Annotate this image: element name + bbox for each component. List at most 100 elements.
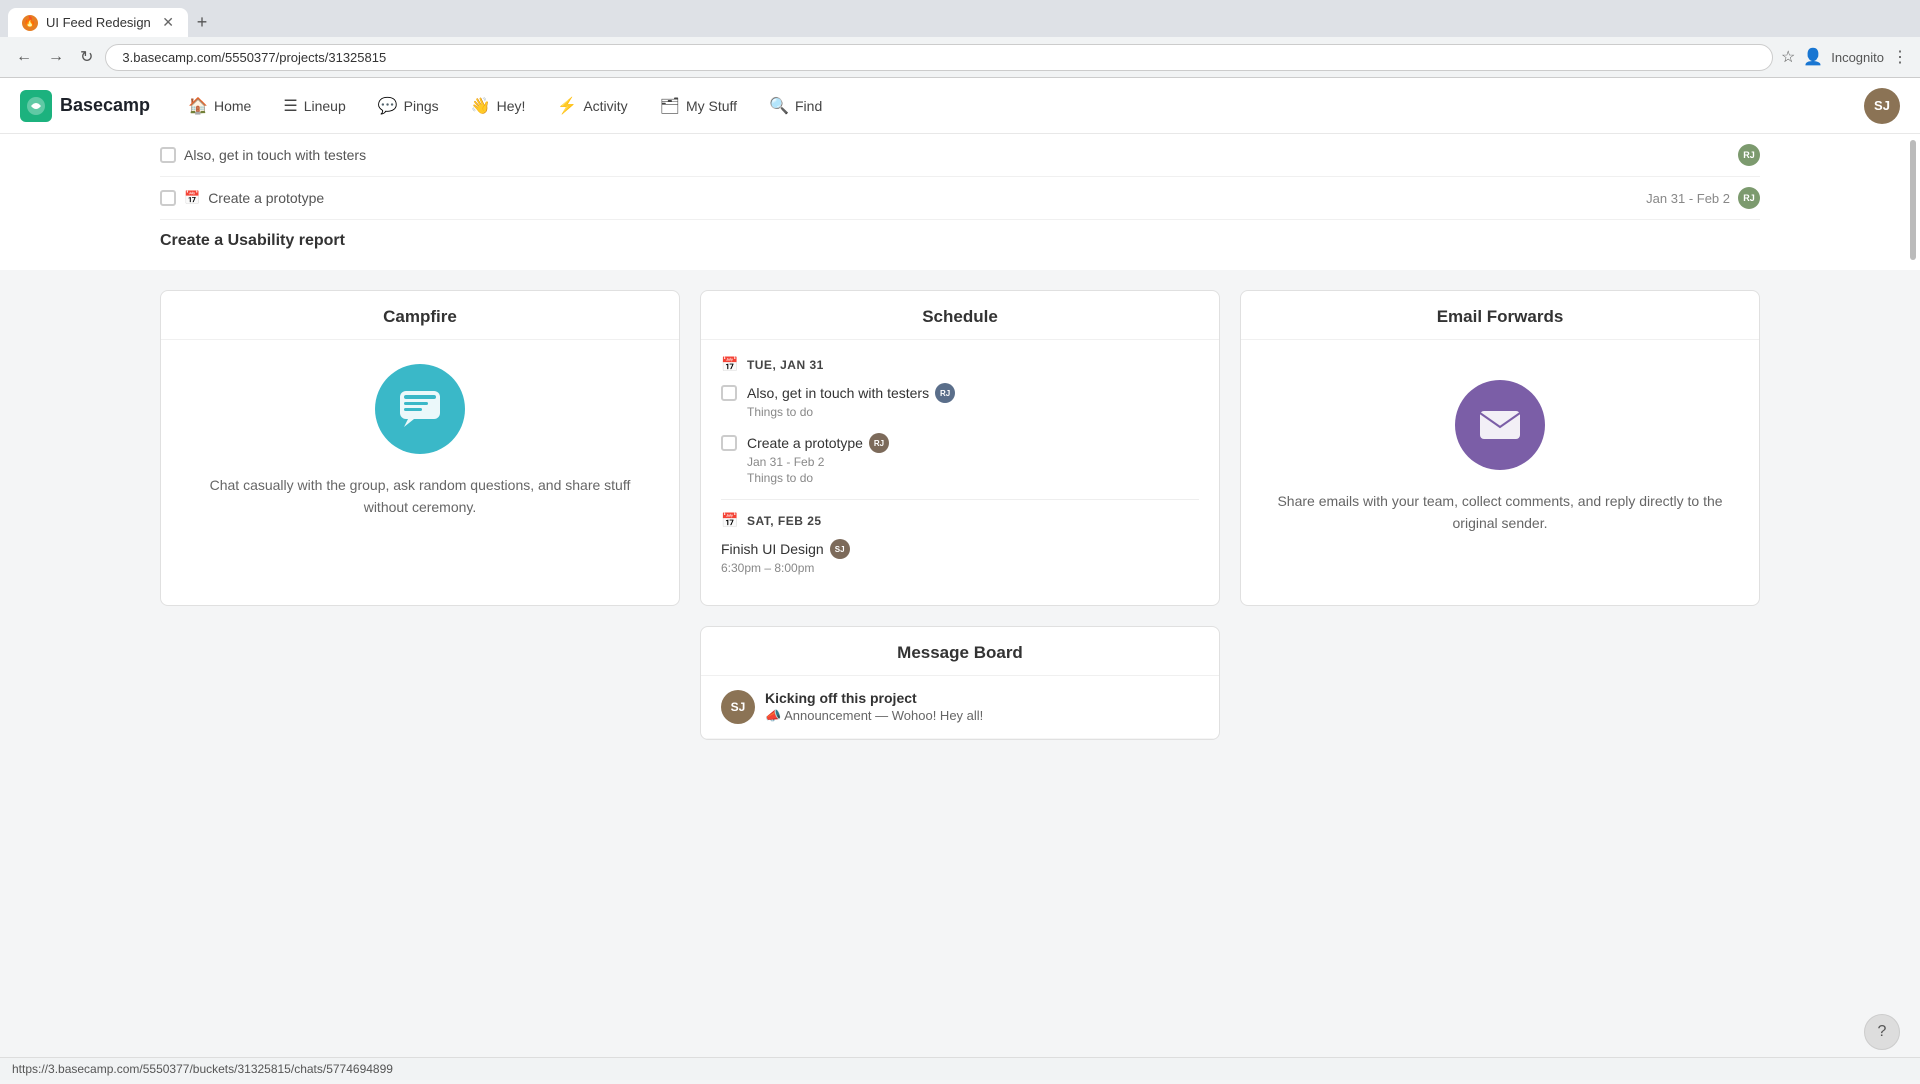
schedule-card[interactable]: Schedule 📅 TUE, JAN 31 Also, get in touc…: [700, 290, 1220, 606]
sched-item-title-testers: Also, get in touch with testers RJ: [747, 383, 1199, 403]
empty-left-col: [160, 626, 680, 740]
nav-find[interactable]: 🔍 Find: [755, 88, 836, 124]
todo-checkbox-testers[interactable]: [160, 147, 176, 163]
email-svg: [1476, 401, 1524, 449]
schedule-item-testers[interactable]: Also, get in touch with testers RJ Thing…: [721, 383, 1199, 419]
schedule-body: 📅 TUE, JAN 31 Also, get in touch with te…: [701, 340, 1219, 605]
sched-item-content-testers: Also, get in touch with testers RJ Thing…: [747, 383, 1199, 419]
campfire-body: Chat casually with the group, ask random…: [161, 340, 679, 543]
tab-close-button[interactable]: ✕: [162, 14, 174, 31]
email-icon[interactable]: [1455, 380, 1545, 470]
message-title-kickoff: Kicking off this project: [765, 690, 983, 706]
message-board-section: Message Board SJ Kicking off this projec…: [0, 626, 1920, 760]
message-board-header: Message Board: [701, 627, 1219, 676]
hey-icon: 👋: [471, 96, 491, 116]
schedule-date-jan31: 📅 TUE, JAN 31: [721, 356, 1199, 373]
top-navigation: Basecamp 🏠 Home ☰ Lineup 💬 Pings 👋 Hey! …: [0, 78, 1920, 134]
find-icon: 🔍: [769, 96, 789, 116]
email-forwards-body: Share emails with your team, collect com…: [1241, 340, 1759, 575]
logo[interactable]: Basecamp: [20, 90, 150, 122]
home-icon: 🏠: [188, 96, 208, 116]
todo-date-prototype: Jan 31 - Feb 2: [1646, 191, 1730, 206]
campfire-card[interactable]: Campfire Chat casually with the group, a…: [160, 290, 680, 606]
user-avatar[interactable]: SJ: [1864, 88, 1900, 124]
sched-checkbox-prototype[interactable]: [721, 435, 737, 451]
message-board-card[interactable]: Message Board SJ Kicking off this projec…: [700, 626, 1220, 740]
email-forwards-header: Email Forwards: [1241, 291, 1759, 340]
forward-button[interactable]: →: [44, 44, 68, 70]
bookmark-icon[interactable]: ☆: [1781, 47, 1795, 67]
message-sub-kickoff: 📣 Announcement — Wohoo! Hey all!: [765, 708, 983, 724]
back-button[interactable]: ←: [12, 44, 36, 70]
calendar-icon-prototype: 📅: [184, 190, 200, 206]
help-button[interactable]: ?: [1864, 1014, 1900, 1050]
cal-icon-jan31: 📅: [721, 356, 739, 373]
sched-avatar-prototype: RJ: [869, 433, 889, 453]
schedule-divider: [721, 499, 1199, 500]
nav-activity[interactable]: ⚡ Activity: [543, 88, 641, 124]
new-tab-button[interactable]: +: [188, 9, 216, 37]
campfire-header: Campfire: [161, 291, 679, 340]
address-bar: ← → ↻ 3.basecamp.com/5550377/projects/31…: [0, 37, 1920, 78]
schedule-date-feb25: 📅 SAT, FEB 25: [721, 512, 1199, 529]
todo-checkbox-prototype[interactable]: [160, 190, 176, 206]
schedule-item-prototype[interactable]: Create a prototype RJ Jan 31 - Feb 2 Thi…: [721, 433, 1199, 485]
todo-text-testers: Also, get in touch with testers: [184, 147, 1730, 163]
sched-avatar-ui-design: SJ: [830, 539, 850, 559]
usability-report-heading: Create a Usability report: [160, 220, 1760, 254]
address-actions: ☆ 👤 Incognito ⋮: [1781, 47, 1908, 67]
incognito-label: Incognito: [1831, 50, 1884, 65]
sched-item-title-ui-design: Finish UI Design SJ: [721, 539, 1199, 559]
top-partial-section: Also, get in touch with testers RJ 📅 Cre…: [0, 134, 1920, 270]
campfire-chat-svg: [396, 385, 444, 433]
tab-favicon: 🔥: [22, 15, 38, 31]
message-content-kickoff: Kicking off this project 📣 Announcement …: [765, 690, 983, 724]
pings-icon: 💬: [378, 96, 398, 116]
todo-text-prototype: Create a prototype: [208, 190, 1634, 206]
schedule-header: Schedule: [701, 291, 1219, 340]
profile-icon[interactable]: 👤: [1803, 47, 1823, 67]
email-forwards-card[interactable]: Email Forwards Share emails with your te…: [1240, 290, 1760, 606]
sched-item-date-prototype: Jan 31 - Feb 2: [747, 455, 1199, 469]
sched-item-time-ui-design: 6:30pm – 8:00pm: [721, 561, 1199, 575]
nav-lineup[interactable]: ☰ Lineup: [269, 88, 359, 124]
url-input[interactable]: 3.basecamp.com/5550377/projects/31325815: [105, 44, 1773, 71]
email-forwards-description: Share emails with your team, collect com…: [1273, 490, 1727, 535]
todo-avatar-testers: RJ: [1738, 144, 1760, 166]
main-content: Also, get in touch with testers RJ 📅 Cre…: [0, 134, 1920, 1084]
message-avatar-kickoff: SJ: [721, 690, 755, 724]
empty-right-col: [1240, 626, 1760, 740]
status-bar: https://3.basecamp.com/5550377/buckets/3…: [0, 1057, 1920, 1080]
sched-item-sub-testers: Things to do: [747, 405, 1199, 419]
todo-item-testers: Also, get in touch with testers RJ: [160, 134, 1760, 177]
nav-mystuff[interactable]: 🗂 My Stuff: [646, 88, 751, 124]
scrollbar-thumb[interactable]: [1910, 140, 1916, 260]
nav-hey[interactable]: 👋 Hey!: [457, 88, 540, 124]
sched-item-title-prototype: Create a prototype RJ: [747, 433, 1199, 453]
logo-icon: [20, 90, 52, 122]
nav-home[interactable]: 🏠 Home: [174, 88, 265, 124]
sched-item-sub-prototype: Things to do: [747, 471, 1199, 485]
scrollbar-track[interactable]: [1910, 130, 1916, 770]
cards-grid: Campfire Chat casually with the group, a…: [0, 270, 1920, 626]
mystuff-icon: 🗂: [660, 96, 680, 116]
todo-item-prototype: 📅 Create a prototype Jan 31 - Feb 2 RJ: [160, 177, 1760, 220]
activity-icon: ⚡: [557, 96, 577, 116]
sched-item-content-ui-design: Finish UI Design SJ 6:30pm – 8:00pm: [721, 539, 1199, 575]
sched-item-content-prototype: Create a prototype RJ Jan 31 - Feb 2 Thi…: [747, 433, 1199, 485]
campfire-description: Chat casually with the group, ask random…: [193, 474, 647, 519]
menu-icon[interactable]: ⋮: [1892, 47, 1908, 67]
schedule-item-ui-design[interactable]: Finish UI Design SJ 6:30pm – 8:00pm: [721, 539, 1199, 575]
logo-text: Basecamp: [60, 95, 150, 116]
browser-tab[interactable]: 🔥 UI Feed Redesign ✕: [8, 8, 188, 37]
nav-pings[interactable]: 💬 Pings: [364, 88, 453, 124]
sched-checkbox-testers[interactable]: [721, 385, 737, 401]
message-item-kickoff[interactable]: SJ Kicking off this project 📣 Announceme…: [701, 676, 1219, 739]
lineup-icon: ☰: [283, 96, 297, 116]
tab-title: UI Feed Redesign: [46, 15, 154, 30]
cal-icon-feb25: 📅: [721, 512, 739, 529]
reload-button[interactable]: ↻: [76, 43, 97, 71]
sched-avatar-testers: RJ: [935, 383, 955, 403]
campfire-icon[interactable]: [375, 364, 465, 454]
todo-avatar-prototype: RJ: [1738, 187, 1760, 209]
